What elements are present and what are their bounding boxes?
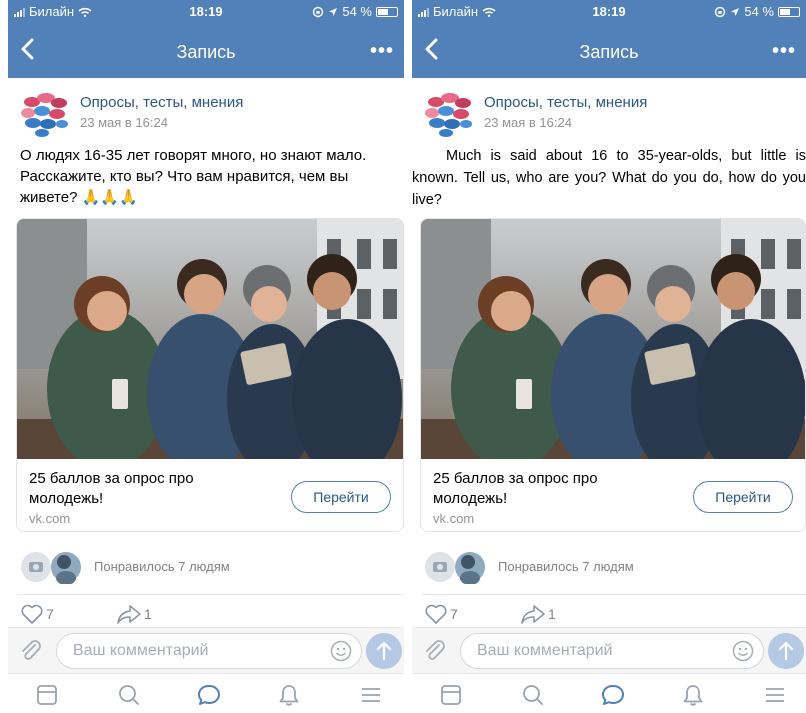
link-title: 25 баллов за опрос про молодежь! [29,470,194,507]
paperclip-icon[interactable] [18,638,44,664]
notifications-icon[interactable] [680,682,706,708]
emoji-icon[interactable] [732,640,754,662]
open-link-button[interactable]: Перейти [693,481,793,513]
group-name-link[interactable]: Опросы, тесты, мнения [484,94,647,111]
post-date: 23 мая в 16:24 [80,115,168,130]
share-count: 1 [144,606,152,622]
screenshot-translated: Билайн 18:19 54 % Запись ••• Опросы, тес… [412,0,806,713]
post-photo[interactable] [421,219,806,459]
battery-percent: 54 % [342,4,372,19]
liker-avatars [21,552,81,584]
post-header: Опросы, тесты, мнения 23 мая в 16:24 [412,88,806,138]
wifi-icon [78,7,92,17]
likes-summary[interactable]: Понравилось 7 людям [20,550,404,584]
carrier-name: Билайн [433,4,479,19]
status-right: 54 % [312,4,398,19]
emoji-icon[interactable] [330,640,352,662]
nav-bar: Запись ••• [412,22,806,78]
post-header: Опросы, тесты, мнения 23 мая в 16:24 [8,88,404,138]
like-count: 7 [46,606,54,622]
status-left: Билайн [418,4,496,19]
link-title: 25 баллов за опрос про молодежь! [433,470,598,507]
link-attachment-card[interactable]: 25 баллов за опрос про молодежь! vk.com … [420,218,806,532]
heart-icon [21,604,43,624]
comment-bar [8,627,404,673]
like-button[interactable]: 7 [20,603,54,625]
signal-icon [418,7,429,17]
page-title: Запись [579,42,639,62]
search-icon[interactable] [520,682,546,708]
news-icon[interactable] [34,682,60,708]
divider [422,594,806,595]
comment-bar [412,627,806,673]
post-text-body: О людях 16-35 лет говорят много, но знаю… [20,147,367,206]
notifications-icon[interactable] [276,682,302,708]
like-button[interactable]: 7 [424,603,458,625]
post-photo[interactable] [17,219,404,459]
tab-bar [412,673,806,713]
messages-icon[interactable] [600,682,626,708]
wifi-icon [482,7,496,17]
more-options-button[interactable]: ••• [370,40,394,63]
status-left: Билайн [14,4,92,19]
post-date: 23 мая в 16:24 [484,115,572,130]
signal-icon [14,7,25,17]
more-options-button[interactable]: ••• [772,40,796,63]
liked-by-text[interactable]: Понравилось 7 людям [94,559,230,574]
page-title: Запись [176,42,236,62]
messages-icon[interactable] [196,682,222,708]
battery-icon [376,6,398,17]
share-button[interactable]: 1 [116,603,152,625]
nav-bar: Запись ••• [8,22,404,78]
search-icon[interactable] [116,682,142,708]
share-count: 1 [548,606,556,622]
news-icon[interactable] [438,682,464,708]
location-icon [329,7,338,16]
divider [18,594,404,595]
screenshot-original: Билайн 18:19 54 % Запись ••• Опросы, тес… [8,0,404,713]
post-text: О людях 16-35 лет говорят много, но знаю… [20,145,394,208]
send-button[interactable] [366,633,402,669]
group-avatar[interactable] [424,88,474,138]
share-icon [117,605,141,624]
location-icon [731,7,740,16]
group-name-link[interactable]: Опросы, тесты, мнения [80,94,243,111]
post-actions: 7 1 [424,603,806,627]
share-icon [521,605,545,624]
menu-icon[interactable] [762,682,788,708]
comment-input[interactable] [56,633,362,669]
pray-emoji: 🙏🙏🙏 [81,188,138,206]
menu-icon[interactable] [358,682,384,708]
liker-avatars [425,552,485,584]
link-domain: vk.com [29,511,71,526]
tab-bar [8,673,404,713]
liked-by-text[interactable]: Понравилось 7 людям [498,559,634,574]
link-attachment-card[interactable]: 25 баллов за опрос про молодежь! vk.com … [16,218,404,532]
status-bar: Билайн 18:19 54 % [412,0,806,22]
open-link-button[interactable]: Перейти [291,481,391,513]
status-bar: Билайн 18:19 54 % [8,0,404,22]
link-domain: vk.com [433,511,475,526]
post-text-translated: Much is said about 16 to 35-year-olds, b… [412,148,806,208]
heart-icon [425,604,447,624]
share-button[interactable]: 1 [520,603,556,625]
battery-percent: 54 % [744,4,774,19]
rotation-lock-icon [715,6,726,17]
battery-icon [778,6,800,17]
comment-input[interactable] [460,633,764,669]
group-avatar[interactable] [20,88,70,138]
paperclip-icon[interactable] [422,638,448,664]
carrier-name: Билайн [29,4,75,19]
like-count: 7 [450,606,458,622]
post-actions: 7 1 [20,603,404,627]
status-right: 54 % [714,4,800,19]
send-button[interactable] [768,633,804,669]
rotation-lock-icon [313,6,324,17]
likes-summary[interactable]: Понравилось 7 людям [424,550,806,584]
